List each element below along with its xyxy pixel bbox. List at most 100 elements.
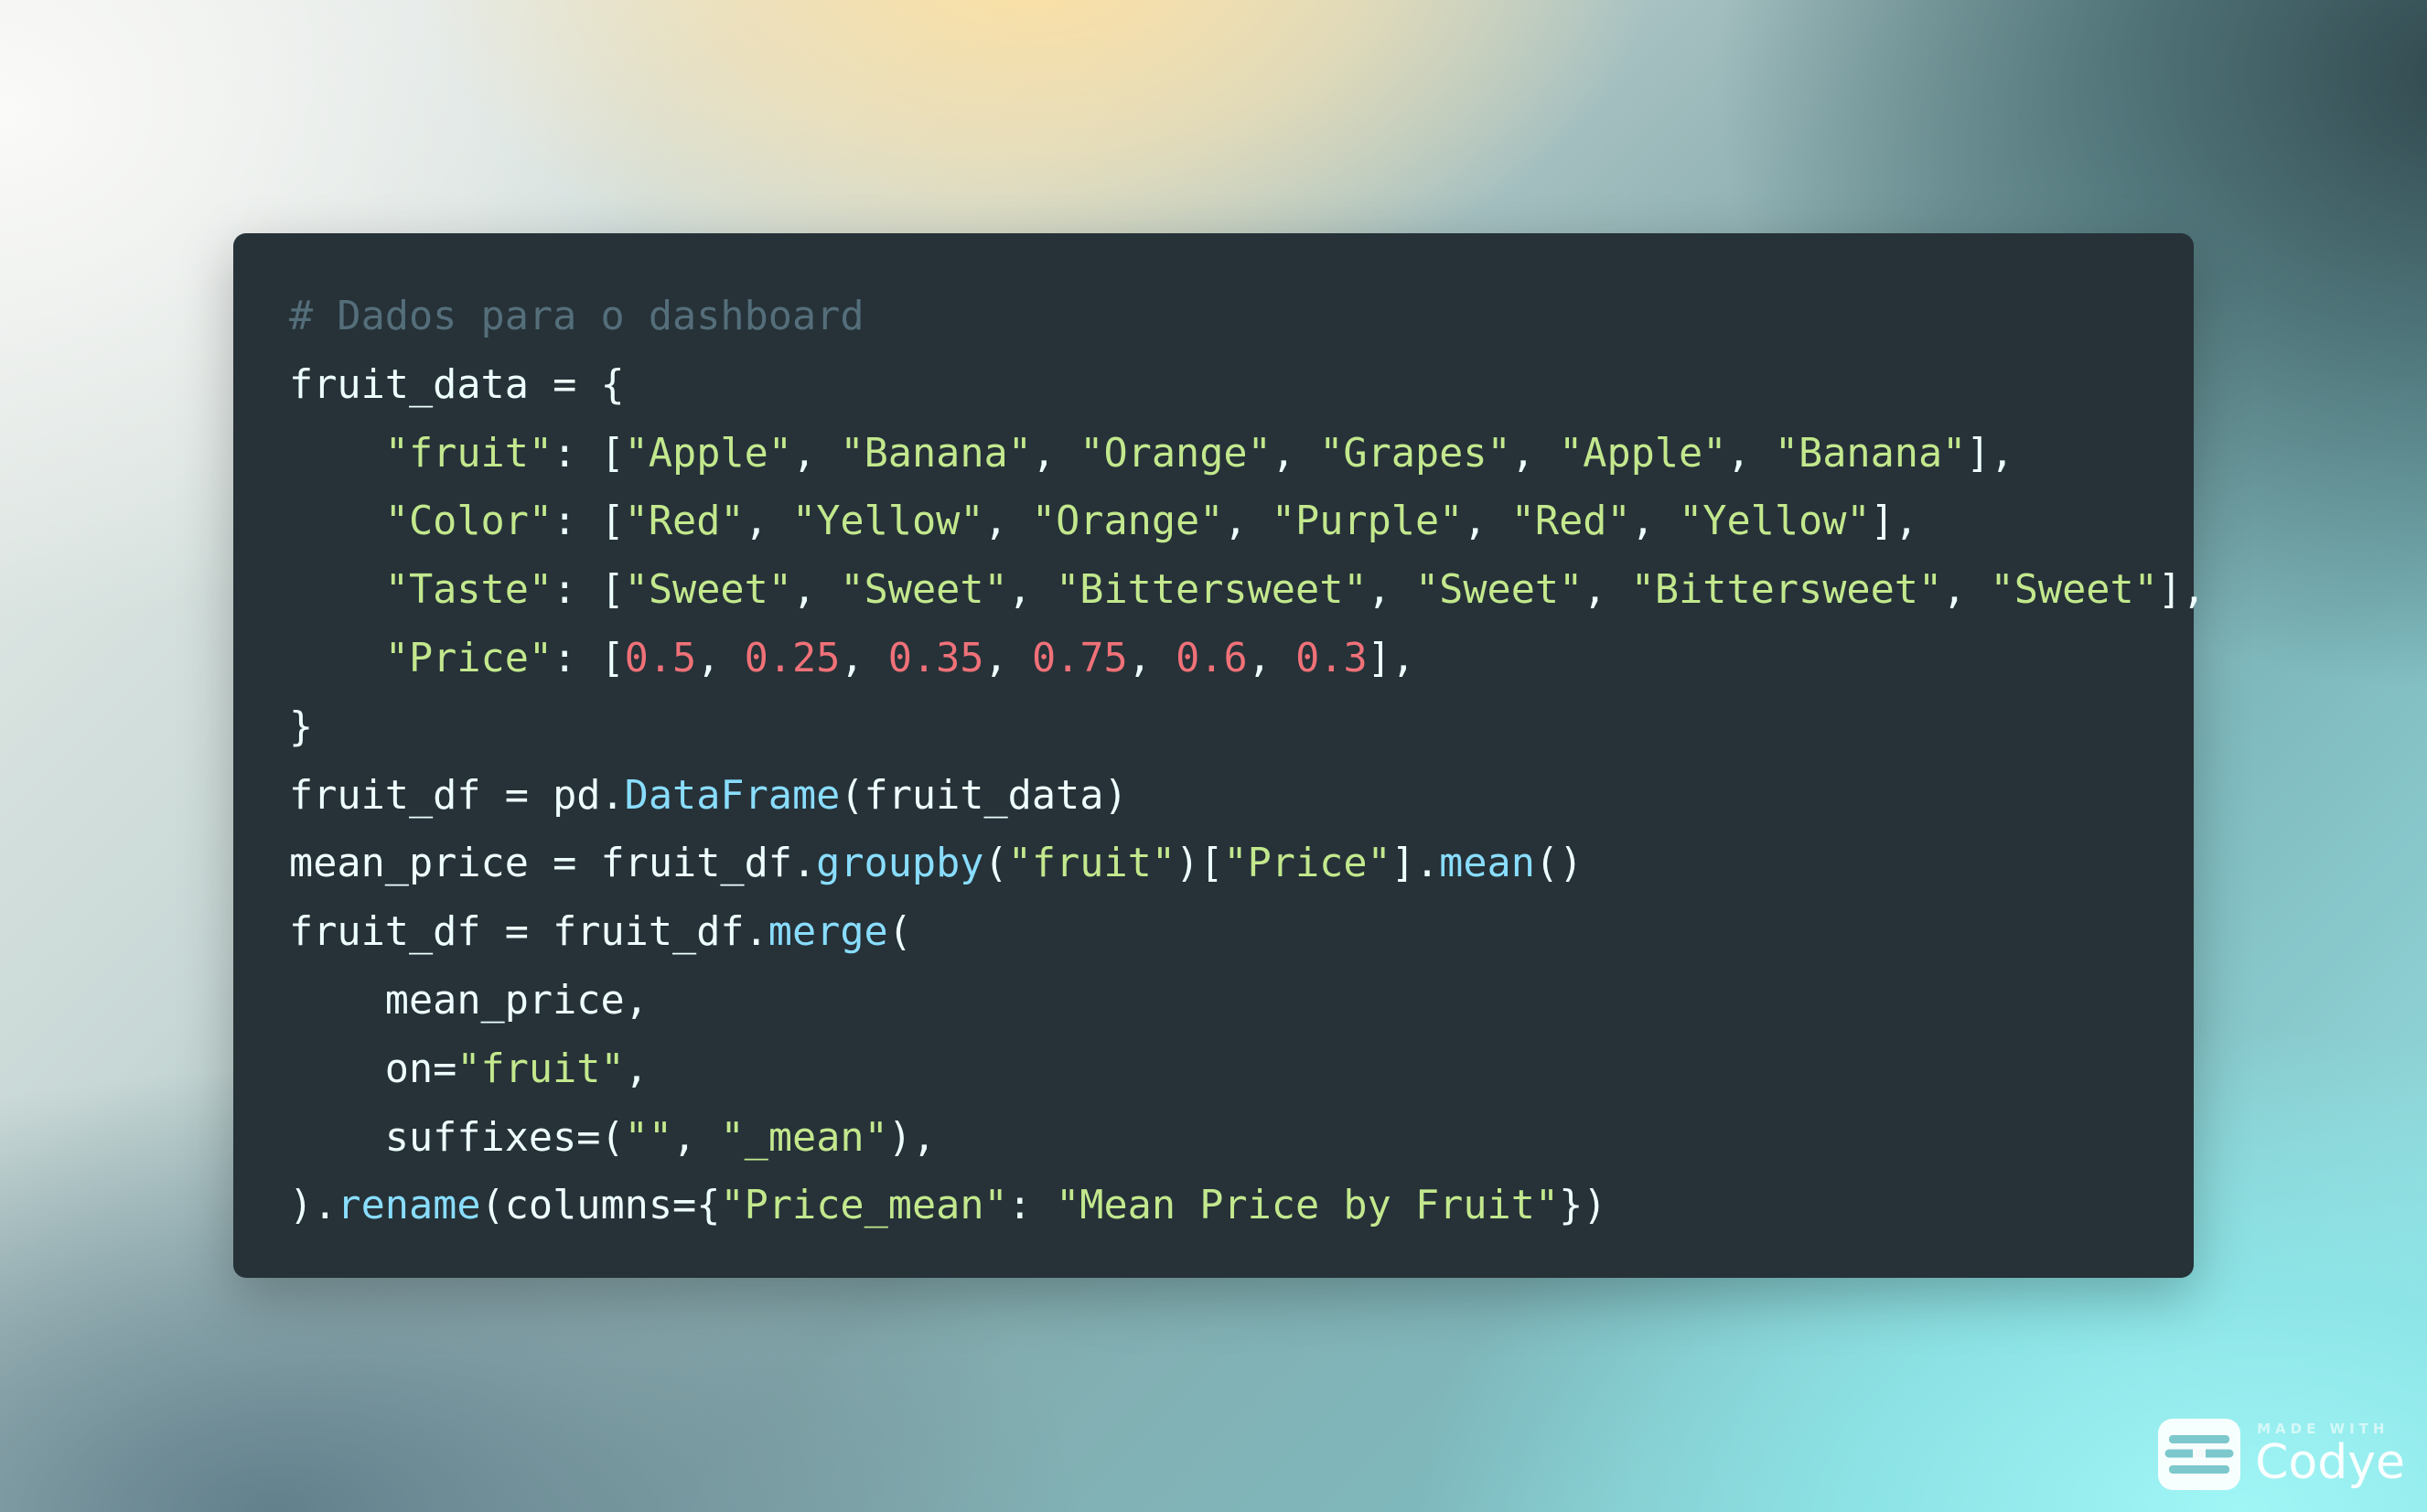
code-token: "Sweet" <box>624 567 792 614</box>
badge-text: MADE WITH Codye <box>2255 1421 2405 1488</box>
code-token: (fruit_data) <box>840 772 1128 819</box>
code-token: "Red" <box>1510 499 1631 545</box>
code-token: merge <box>768 909 888 956</box>
code-token: "Bittersweet" <box>1056 567 1368 614</box>
code-token: 0.25 <box>744 635 841 681</box>
code-line: on="fruit", <box>289 1035 2194 1104</box>
code-token: rename <box>337 1183 481 1229</box>
code-token: , <box>840 635 888 681</box>
code-token: "Sweet" <box>840 567 1008 614</box>
code-line: ).rename(columns={"Price_mean": "Mean Pr… <box>289 1172 2194 1240</box>
code-token: : <box>1007 1183 1057 1229</box>
code-token: ( <box>983 841 1008 887</box>
code-token: : [ <box>553 635 625 681</box>
code-token: () <box>1534 841 1584 887</box>
code-token: "Banana" <box>840 430 1032 477</box>
code-token: , <box>1942 567 1991 614</box>
code-token: ], <box>1367 635 1416 681</box>
code-token: "Mean Price by Fruit" <box>1056 1183 1560 1229</box>
code-token: "Bittersweet" <box>1630 567 1943 614</box>
code-token: , <box>1271 430 1320 477</box>
code-token: "Orange" <box>1079 430 1272 477</box>
code-token: : [ <box>553 567 625 614</box>
code-token: , <box>983 499 1032 545</box>
code-token: } <box>289 703 314 750</box>
code-token: , <box>1247 635 1296 681</box>
code-line: fruit_df = fruit_df.merge( <box>289 898 2194 967</box>
code-token: "Color" <box>384 499 553 545</box>
code-token: (columns={ <box>480 1183 721 1229</box>
code-token: , <box>1726 430 1775 477</box>
code-token: fruit_df = pd. <box>289 772 625 819</box>
code-token: , <box>1510 430 1560 477</box>
code-token: fruit_df = fruit_df. <box>289 909 768 956</box>
code-token: ), <box>887 1114 937 1161</box>
code-token: "Price_mean" <box>720 1183 1008 1229</box>
code-token: suffixes=( <box>289 1114 625 1161</box>
codye-logo-icon <box>2156 1417 2242 1492</box>
code-line: fruit_data = { <box>289 351 2194 420</box>
code-token: "Purple" <box>1271 499 1464 545</box>
code-token: "Banana" <box>1774 430 1967 477</box>
code-token: "Grapes" <box>1319 430 1511 477</box>
made-with-badge[interactable]: MADE WITH Codye <box>2156 1417 2405 1492</box>
code-line: } <box>289 693 2194 762</box>
code-line: suffixes=("", "_mean"), <box>289 1104 2194 1173</box>
code-token: 0.75 <box>1031 635 1128 681</box>
code-token: , <box>1223 499 1272 545</box>
code-token: 0.35 <box>887 635 984 681</box>
code-window: # Dados para o dashboard fruit_data = { "… <box>233 233 2207 1278</box>
code-token: DataFrame <box>624 772 841 819</box>
code-line: # Dados para o dashboard <box>289 283 2194 351</box>
code-token: "Apple" <box>624 430 792 477</box>
code-token: , <box>1463 499 1511 545</box>
code-line: "Price": [0.5, 0.25, 0.35, 0.75, 0.6, 0.… <box>289 625 2194 693</box>
code-line: mean_price = fruit_df.groupby("fruit")["… <box>289 830 2194 898</box>
code-token: groupby <box>816 841 984 887</box>
code-line: "Color": ["Red", "Yellow", "Orange", "Pu… <box>289 488 2194 556</box>
code-token: , <box>1583 567 1631 614</box>
code-token: mean_price, <box>289 977 649 1024</box>
code-token: , <box>1630 499 1680 545</box>
code-token: ( <box>887 909 912 956</box>
code-token: "_mean" <box>720 1114 888 1161</box>
code-token: )[ <box>1176 841 1224 887</box>
code-line: fruit_df = pd.DataFrame(fruit_data) <box>289 762 2194 831</box>
code-token: , <box>1127 635 1176 681</box>
code-token: "" <box>624 1114 673 1161</box>
code-token: "Orange" <box>1031 499 1224 545</box>
code-token: , <box>1031 430 1080 477</box>
code-token: "fruit" <box>1007 841 1176 887</box>
code-token: 0.6 <box>1176 635 1248 681</box>
code-token: , <box>792 430 841 477</box>
code-token: ], <box>2157 567 2207 614</box>
code-token: ], <box>1870 499 1918 545</box>
code-token: 0.3 <box>1295 635 1368 681</box>
code-token: : [ <box>553 499 625 545</box>
code-token: , <box>744 499 793 545</box>
code-line: "Taste": ["Sweet", "Sweet", "Bittersweet… <box>289 556 2207 625</box>
code-token: fruit_data = { <box>289 361 625 408</box>
code-token: , <box>696 635 745 681</box>
brand-name: Codye <box>2255 1435 2405 1490</box>
code-token: 0.5 <box>624 635 697 681</box>
code-token: , <box>983 635 1032 681</box>
code-line: "fruit": ["Apple", "Banana", "Orange", "… <box>289 420 2194 488</box>
code-token: "Price" <box>384 635 553 681</box>
code-token: mean_price = fruit_df. <box>289 841 817 887</box>
code-token: , <box>672 1114 721 1161</box>
code-token: on= <box>289 1046 457 1092</box>
code-token: ], <box>1966 430 2014 477</box>
code-token: mean <box>1439 841 1535 887</box>
code-token: }) <box>1559 1183 1607 1229</box>
code-token: "Sweet" <box>1990 567 2158 614</box>
code-token: "Sweet" <box>1414 567 1584 614</box>
code-token: "Price" <box>1223 841 1391 887</box>
code-token: ). <box>289 1183 338 1229</box>
code-block: # Dados para o dashboard fruit_data = { "… <box>289 283 2207 1240</box>
code-token: # Dados para o dashboard <box>289 294 864 339</box>
code-token: "Red" <box>624 499 745 545</box>
